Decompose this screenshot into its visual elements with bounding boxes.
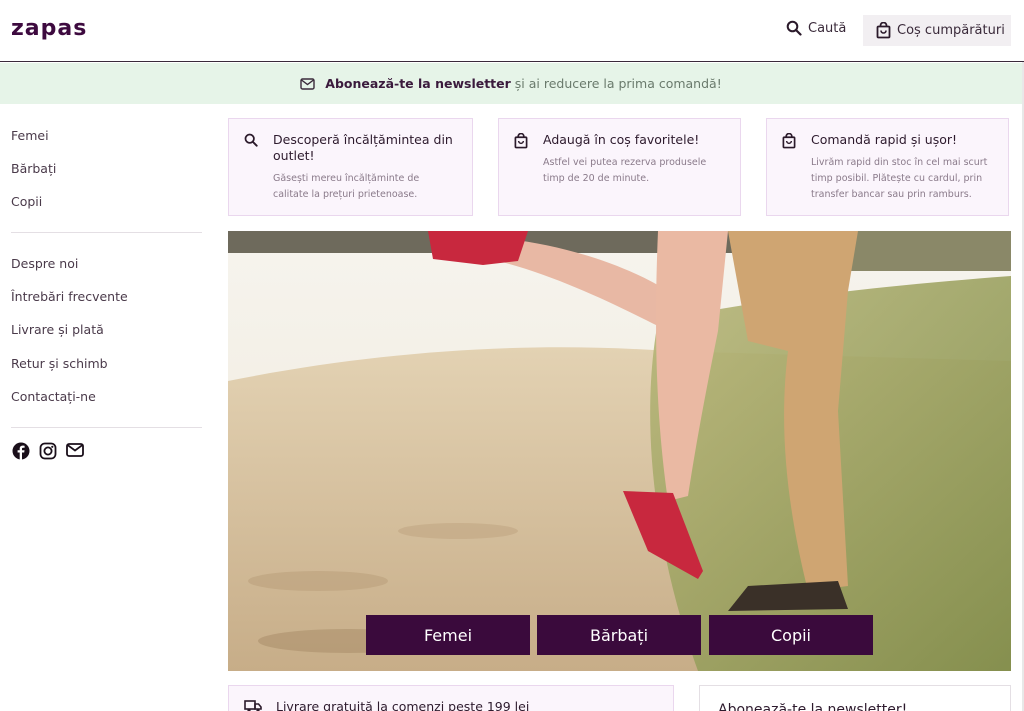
- sidebar-divider: [11, 427, 202, 428]
- newsletter-banner-rest: și ai reducere la prima comandă!: [514, 76, 722, 91]
- hero-banner: Femei Bărbați Copii: [228, 231, 1011, 671]
- sidebar-divider: [11, 232, 202, 233]
- shopping-bag-icon: [876, 22, 891, 39]
- feature-card-desc: Găsești mereu încălțăminte de calitate l…: [273, 173, 420, 200]
- shopping-bag-icon: [782, 133, 796, 149]
- newsletter-signup-card: Abonează-te la newsletter!: [699, 685, 1011, 711]
- truck-icon: [244, 700, 262, 711]
- feature-card-desc: Astfel vei putea rezerva produsele timp …: [543, 157, 707, 184]
- instagram-icon[interactable]: [39, 442, 57, 460]
- hero-button-femei[interactable]: Femei: [366, 615, 530, 655]
- newsletter-banner-text: Abonează-te la newsletter și ai reducere…: [325, 76, 721, 91]
- search-icon: [244, 133, 258, 147]
- shopping-bag-icon: [514, 133, 528, 149]
- zapas-logo[interactable]: zapas: [11, 16, 87, 41]
- hero-image: [228, 231, 1011, 671]
- social-links: [12, 442, 84, 460]
- email-icon[interactable]: [66, 442, 84, 460]
- cart-label: Coș cumpărături: [897, 23, 1005, 38]
- sidebar-item-copii[interactable]: Copii: [11, 194, 42, 209]
- free-delivery-card: Livrare gratuită la comenzi peste 199 le…: [228, 685, 674, 711]
- feature-card-cart[interactable]: Adaugă în coș favoritele! Astfel vei put…: [498, 118, 741, 216]
- sidebar-item-retur-si-schimb[interactable]: Retur și schimb: [11, 356, 108, 371]
- feature-card-desc: Livrăm rapid din stoc în cel mai scurt t…: [811, 157, 988, 200]
- hero-button-barbati[interactable]: Bărbați: [537, 615, 701, 655]
- facebook-icon[interactable]: [12, 442, 30, 460]
- hero-button-copii[interactable]: Copii: [709, 615, 873, 655]
- sidebar-item-despre-noi[interactable]: Despre noi: [11, 256, 78, 271]
- feature-card-outlet[interactable]: Descoperă încălțămintea din outlet! Găse…: [228, 118, 473, 216]
- sidebar-item-barbati[interactable]: Bărbați: [11, 161, 56, 176]
- cart-button[interactable]: Coș cumpărături: [863, 15, 1011, 46]
- sidebar-item-contactati-ne[interactable]: Contactați-ne: [11, 389, 96, 404]
- search-button[interactable]: Caută: [786, 20, 846, 36]
- sidebar-item-livrare-si-plata[interactable]: Livrare și plată: [11, 322, 104, 337]
- free-delivery-text: Livrare gratuită la comenzi peste 199 le…: [276, 699, 530, 711]
- newsletter-banner-bold: Abonează-te la newsletter: [325, 76, 511, 91]
- feature-card-title: Descoperă încălțămintea din outlet!: [273, 132, 453, 163]
- sidebar-item-intrebari-frecvente[interactable]: Întrebări frecvente: [11, 289, 128, 304]
- feature-card-title: Adaugă în coș favoritele!: [543, 132, 700, 147]
- sidebar-item-femei[interactable]: Femei: [11, 128, 49, 143]
- mail-icon: [300, 77, 315, 90]
- search-label: Caută: [808, 20, 847, 36]
- feature-card-order[interactable]: Comandă rapid și ușor! Livrăm rapid din …: [766, 118, 1009, 216]
- newsletter-banner[interactable]: Abonează-te la newsletter și ai reducere…: [0, 63, 1022, 104]
- site-header: zapas Caută Coș cumpărături: [0, 0, 1024, 62]
- feature-card-title: Comandă rapid și ușor!: [811, 132, 958, 147]
- newsletter-signup-title: Abonează-te la newsletter!: [718, 702, 908, 711]
- search-icon: [786, 20, 802, 36]
